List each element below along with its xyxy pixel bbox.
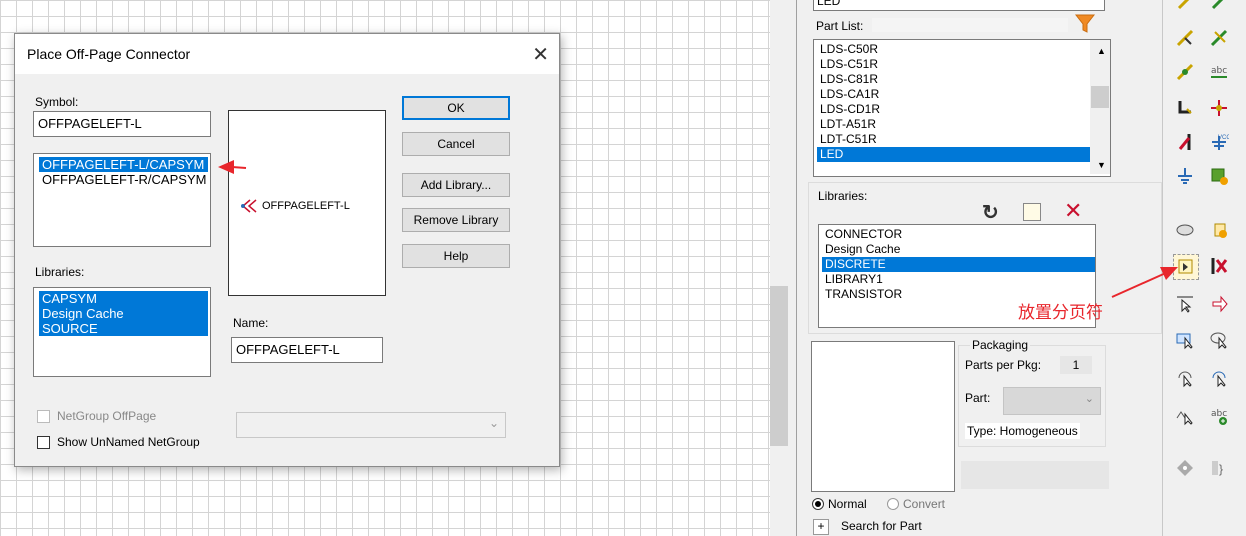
- annotation-label: 放置分页符: [1018, 303, 1103, 323]
- annotation-arrows: [218, 160, 1178, 298]
